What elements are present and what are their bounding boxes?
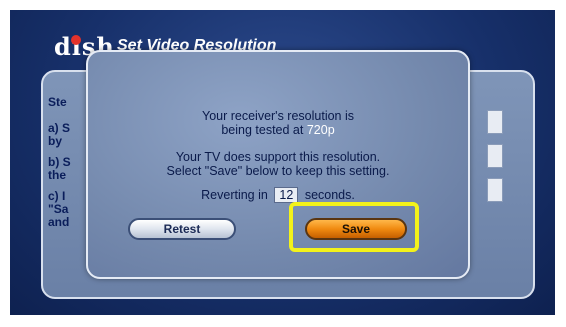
dialog-line-2-prefix: being tested at xyxy=(221,123,304,137)
bg-option-cell xyxy=(487,144,503,168)
dialog-line-1: Your receiver's resolution is xyxy=(202,109,354,123)
tested-resolution: 720p xyxy=(306,123,335,137)
bg-option-cell xyxy=(487,178,503,202)
revert-suffix: seconds. xyxy=(304,188,355,202)
save-button[interactable]: Save xyxy=(305,218,407,240)
bg-text-line: and xyxy=(48,215,70,229)
retest-button[interactable]: Retest xyxy=(128,218,236,240)
bg-text-line: the xyxy=(48,168,66,182)
revert-countdown-line: Reverting in 12 seconds. xyxy=(88,187,468,203)
bg-option-cell xyxy=(487,110,503,134)
tv-screen: dish Set Video Resolution Ste a) S by b)… xyxy=(10,10,555,315)
logo-dot-icon xyxy=(71,35,81,45)
revert-prefix: Reverting in xyxy=(201,188,268,202)
dialog-line-2: being tested at 720p xyxy=(88,123,468,137)
resolution-test-dialog: Your receiver's resolution is being test… xyxy=(86,50,470,279)
dialog-line-3: Your TV does support this resolution. xyxy=(175,150,381,164)
dialog-line-4: Select "Save" below to keep this setting… xyxy=(166,164,390,178)
bg-text-line: Ste xyxy=(48,95,67,109)
bg-text-line: by xyxy=(48,134,63,148)
countdown-value: 12 xyxy=(274,187,299,203)
